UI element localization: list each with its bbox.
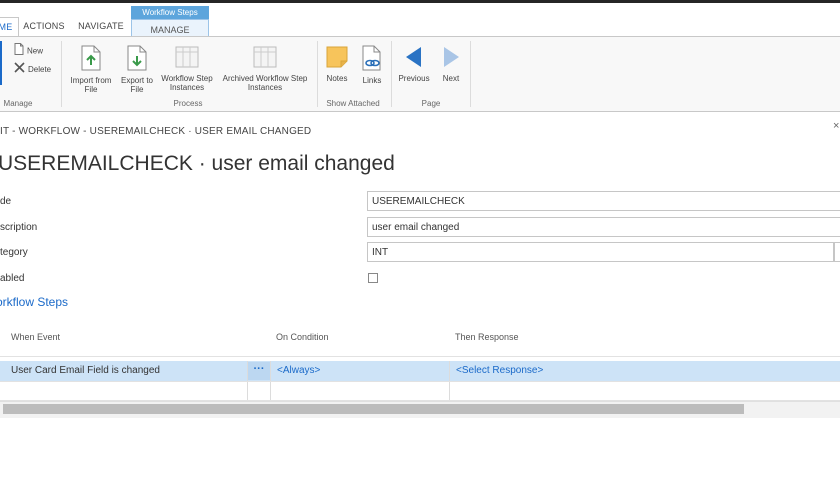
group-label-manage: Manage <box>3 99 33 108</box>
notes-label: Notes <box>326 74 348 83</box>
workflow-steps-heading: orkflow Steps <box>0 295 69 309</box>
delete-button[interactable]: Delete <box>14 62 51 76</box>
export-file-icon <box>116 45 158 73</box>
separator <box>61 41 62 107</box>
export-label-1: Export to <box>120 76 153 85</box>
links-button[interactable]: Links <box>357 45 387 85</box>
separator <box>391 41 392 107</box>
description-label: scription <box>0 222 38 233</box>
description-field[interactable]: user email changed <box>367 217 840 237</box>
category-label: tegory <box>0 247 28 258</box>
group-label-process: Process <box>173 99 203 108</box>
archive-table-icon <box>217 45 313 71</box>
table-icon <box>156 45 218 71</box>
separator <box>317 41 318 107</box>
tab-actions[interactable]: ACTIONS <box>18 17 70 36</box>
notes-icon <box>322 45 352 71</box>
notes-button[interactable]: Notes <box>322 45 352 83</box>
delete-icon <box>14 62 25 78</box>
new-label: New <box>27 46 44 56</box>
import-from-file-button[interactable]: Import from File <box>64 45 118 94</box>
links-label: Links <box>362 76 382 85</box>
code-label: de <box>0 196 12 207</box>
awsi-label-2: Instances <box>247 83 283 92</box>
ribbon: New Delete Manage Import from File Expor… <box>0 36 840 112</box>
next-button[interactable]: Next <box>436 45 466 83</box>
scrollbar-thumb[interactable] <box>3 404 744 414</box>
page-title: USEREMAILCHECK · user email changed <box>0 152 395 175</box>
grid-row-divider <box>0 381 840 382</box>
column-header-then-response[interactable]: Then Response <box>455 332 519 342</box>
context-group-title: Workflow Steps <box>131 6 209 19</box>
workflow-step-instances-button[interactable]: Workflow Step Instances <box>156 45 218 92</box>
column-header-when-event[interactable]: When Event <box>11 332 60 342</box>
workflow-steps-context-group: Workflow Steps MANAGE <box>131 6 209 40</box>
group-label-show-attached: Show Attached <box>326 99 380 108</box>
then-response-cell[interactable]: <Select Response> <box>456 361 543 381</box>
next-label: Next <box>442 74 460 83</box>
category-lookup-button[interactable] <box>834 242 840 262</box>
import-label-2: File <box>84 85 98 94</box>
breadcrumb: IT - WORKFLOW - USEREMAILCHECK · USER EM… <box>0 126 312 137</box>
assist-edit-button[interactable]: ··· <box>248 362 270 380</box>
previous-label: Previous <box>398 74 430 83</box>
export-to-file-button[interactable]: Export to File <box>116 45 158 94</box>
arrow-right-icon <box>436 45 466 71</box>
new-button[interactable]: New <box>14 43 43 57</box>
previous-button[interactable]: Previous <box>396 45 432 83</box>
links-icon <box>357 45 387 73</box>
import-file-icon <box>64 45 118 73</box>
close-icon[interactable]: × <box>833 120 839 132</box>
new-icon <box>14 43 24 60</box>
enabled-label: abled <box>0 273 25 284</box>
wsi-label-2: Instances <box>169 83 205 92</box>
separator <box>470 41 471 107</box>
category-field[interactable]: INT <box>367 242 834 262</box>
arrow-left-icon <box>396 45 432 71</box>
delete-label: Delete <box>28 65 52 75</box>
selected-indicator <box>0 41 2 85</box>
ribbon-tabs: ME ACTIONS NAVIGATE Workflow Steps MANAG… <box>0 3 840 40</box>
grid-header-divider <box>0 356 840 357</box>
column-header-on-condition[interactable]: On Condition <box>276 332 329 342</box>
group-label-page: Page <box>421 99 441 108</box>
tab-navigate[interactable]: NAVIGATE <box>72 17 130 36</box>
when-event-cell[interactable]: User Card Email Field is changed <box>11 361 160 381</box>
code-field[interactable]: USEREMAILCHECK <box>367 191 840 211</box>
archived-workflow-step-instances-button[interactable]: Archived Workflow Step Instances <box>217 45 313 92</box>
export-label-2: File <box>130 85 144 94</box>
import-label-1: Import from <box>70 76 112 85</box>
enabled-checkbox[interactable] <box>368 273 378 283</box>
wsi-label-1: Workflow Step <box>161 74 213 83</box>
awsi-label-1: Archived Workflow Step <box>222 74 308 83</box>
on-condition-cell[interactable]: <Always> <box>277 361 320 381</box>
tab-home[interactable]: ME <box>0 17 19 37</box>
